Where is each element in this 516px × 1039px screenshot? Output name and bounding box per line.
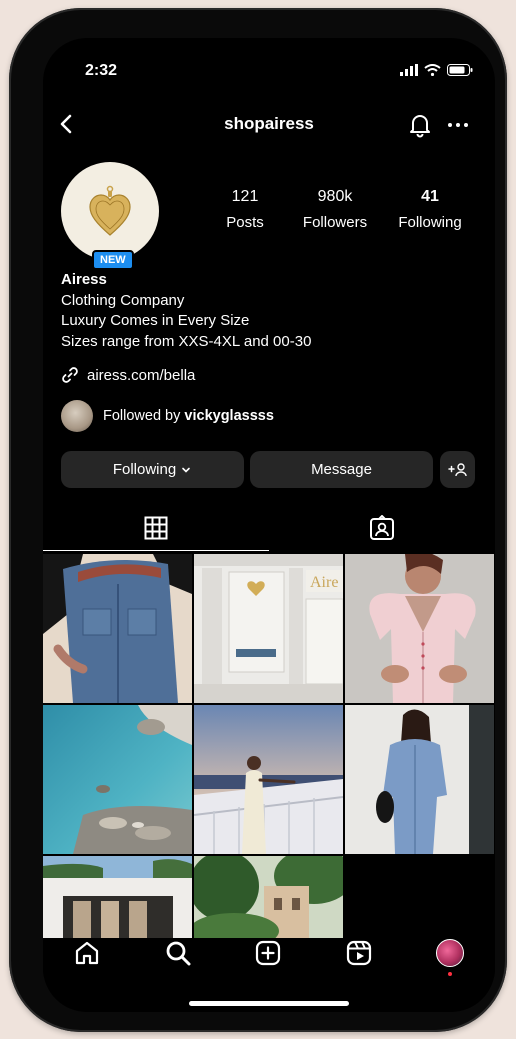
followed-by-prefix: Followed by [103,408,185,424]
bio-line: Sizes range from XXS-4XL and 00-30 [61,332,312,350]
followed-by[interactable]: Followed by vickyglassss [61,400,274,432]
wifi-icon [424,64,441,76]
cruise-deck-photo [194,705,343,854]
stat-following[interactable]: 41 Following [392,188,468,231]
link-icon [62,367,78,383]
post-thumbnail[interactable] [194,856,343,938]
screen: 2:32 shopairess NEW 121 Posts 980k Follo… [43,38,495,1012]
stat-value: 121 [231,188,259,205]
add-person-icon [447,462,467,476]
stat-label: Following [398,214,462,231]
more-icon[interactable] [447,112,469,138]
garden-villa-photo [194,856,343,938]
battery-icon [447,64,473,76]
grid-icon[interactable] [144,516,168,540]
jeans-photo [43,554,192,703]
link-text: airess.com/bella [87,366,196,384]
tagged-icon[interactable] [369,515,395,541]
suggested-users-button[interactable] [440,451,475,488]
following-button[interactable]: Following [61,451,244,488]
signal-icon [400,64,418,76]
bottom-navigation [43,938,495,978]
follower-avatar [61,400,93,432]
storefront-photo: Aire [194,554,343,703]
new-badge: NEW [92,250,134,270]
profile-name: Airess [61,271,107,288]
post-thumbnail[interactable]: Aire [194,554,343,703]
post-thumbnail[interactable] [43,554,192,703]
profile-tab-avatar[interactable] [436,939,464,967]
chevron-down-icon [182,467,190,473]
stat-label: Posts [226,214,264,231]
post-thumbnail[interactable] [194,705,343,854]
followed-by-text: Followed by vickyglassss [103,408,274,424]
stat-posts[interactable]: 121 Posts [219,188,271,231]
following-label: Following [112,461,177,478]
post-thumbnail[interactable] [345,705,494,854]
post-thumbnail[interactable] [345,554,494,703]
post-thumbnail[interactable] [43,856,192,938]
profile-avatar[interactable] [61,162,159,260]
stat-label: Followers [302,214,368,231]
status-bar: 2:32 [43,60,495,84]
phone-frame: 2:32 shopairess NEW 121 Posts 980k Follo… [9,8,507,1032]
stat-value: 980k [317,188,353,205]
bio-line: Clothing Company [61,291,185,309]
profile-header: shopairess [43,106,495,142]
heart-locket-logo [89,185,131,236]
active-tab-underline [43,550,269,551]
denim-outfit-photo [345,705,494,854]
pink-dress-photo [345,554,494,703]
status-icons [400,64,473,76]
post-thumbnail[interactable] [43,705,192,854]
profile-bio: Airess Clothing Company Luxury Comes in … [61,270,311,352]
search-icon[interactable] [165,940,191,966]
message-button[interactable]: Message [250,451,433,488]
home-icon[interactable] [74,940,100,966]
content-tabs [43,508,495,552]
message-label: Message [311,461,372,478]
modern-house-photo [43,856,192,938]
storefront-sign: Aire [310,574,338,591]
coastline-photo [43,705,192,854]
bell-icon[interactable] [408,112,432,138]
status-time: 2:32 [85,62,118,79]
followed-by-user: vickyglassss [184,408,274,424]
create-icon[interactable] [255,940,281,966]
profile-link[interactable]: airess.com/bella [61,366,195,384]
notification-dot [448,972,452,976]
bio-line: Luxury Comes in Every Size [61,312,250,329]
reels-icon[interactable] [346,940,372,966]
home-indicator[interactable] [189,1001,349,1006]
stat-followers[interactable]: 980k Followers [299,188,371,231]
stat-value: 41 [421,188,439,205]
